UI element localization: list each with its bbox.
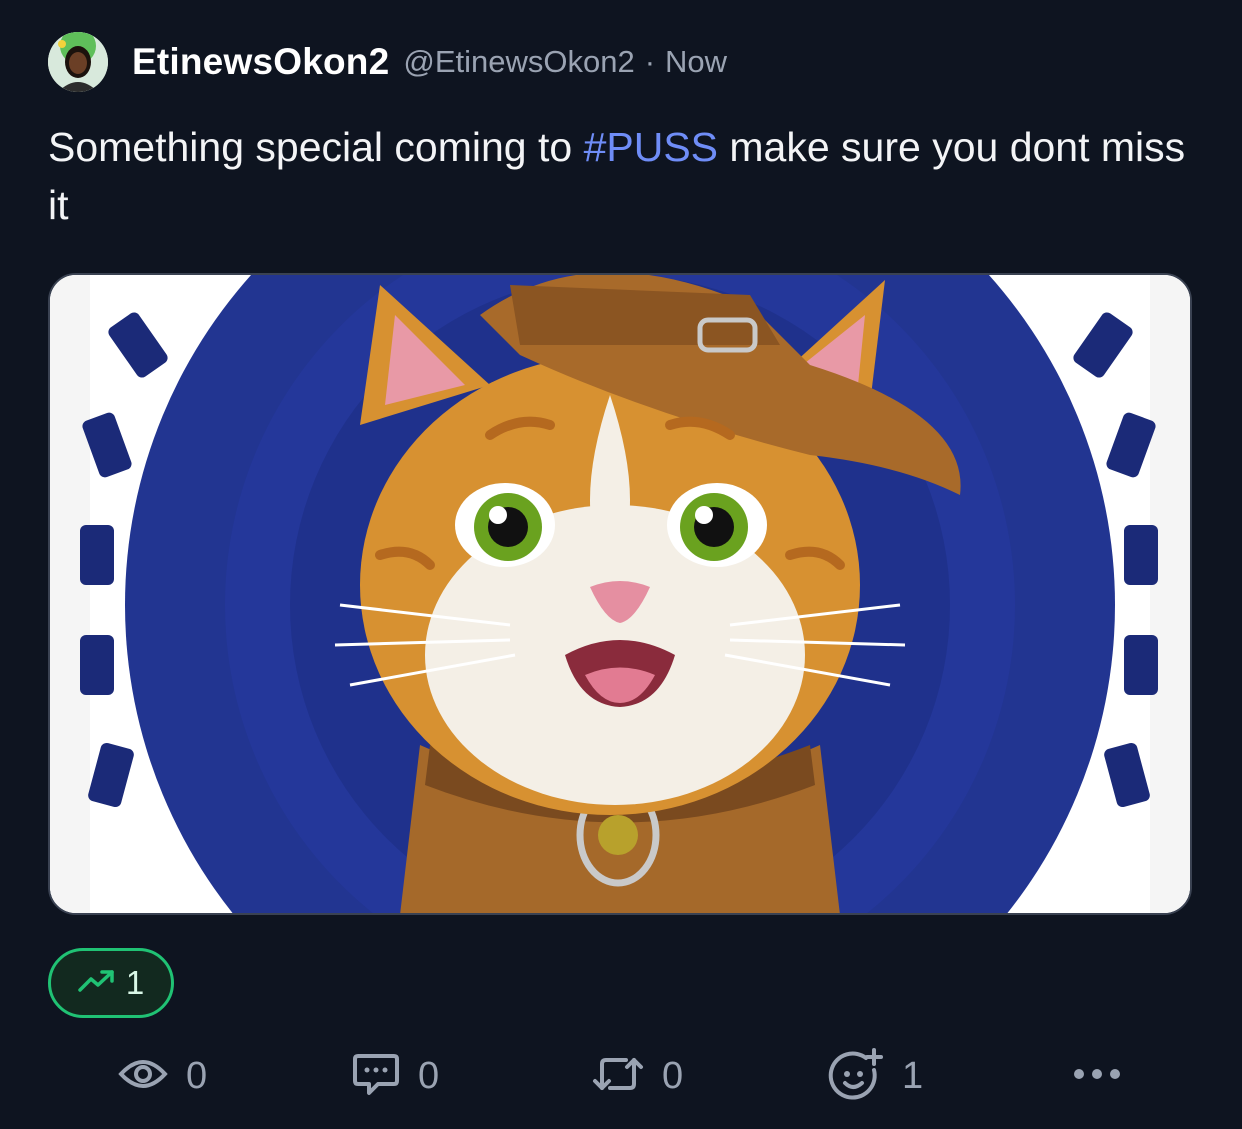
cat-with-hat-coin-image: [50, 275, 1190, 913]
separator-dot: ·: [644, 44, 656, 79]
post-timestamp[interactable]: Now: [665, 44, 727, 80]
add-reaction-button[interactable]: 1: [828, 1040, 923, 1112]
post-action-bar: 0 0 0 1: [0, 1040, 1242, 1112]
post-header: EtinewsOkon2 @EtinewsOkon2 · Now: [48, 30, 727, 94]
trending-count: 1: [125, 964, 145, 1001]
views-count: 0: [186, 1054, 208, 1097]
chat-bubble-icon: [352, 1050, 400, 1103]
more-options-button[interactable]: [1072, 1040, 1122, 1112]
repost-icon: [592, 1052, 644, 1101]
post-text-start: Something special coming to: [48, 124, 584, 170]
reaction-count: 1: [902, 1054, 924, 1097]
views-button[interactable]: 0: [118, 1040, 207, 1112]
reply-count: 0: [418, 1054, 440, 1097]
author-handle[interactable]: @EtinewsOkon2: [403, 44, 634, 80]
post-media-image[interactable]: [48, 273, 1192, 915]
add-reaction-icon: [828, 1046, 884, 1107]
trending-up-icon: [78, 969, 118, 998]
eye-icon: [118, 1056, 168, 1097]
trending-badge[interactable]: 1: [48, 948, 174, 1018]
avatar[interactable]: [48, 32, 108, 92]
repost-button[interactable]: 0: [592, 1040, 683, 1112]
avatar-image: [48, 32, 108, 92]
repost-count: 0: [662, 1054, 684, 1097]
more-dots-icon: [1072, 1067, 1122, 1086]
post-text: Something special coming to #PUSS make s…: [48, 118, 1198, 234]
reply-button[interactable]: 0: [352, 1040, 439, 1112]
hashtag-link[interactable]: #PUSS: [584, 124, 718, 170]
author-display-name[interactable]: EtinewsOkon2: [132, 41, 389, 83]
